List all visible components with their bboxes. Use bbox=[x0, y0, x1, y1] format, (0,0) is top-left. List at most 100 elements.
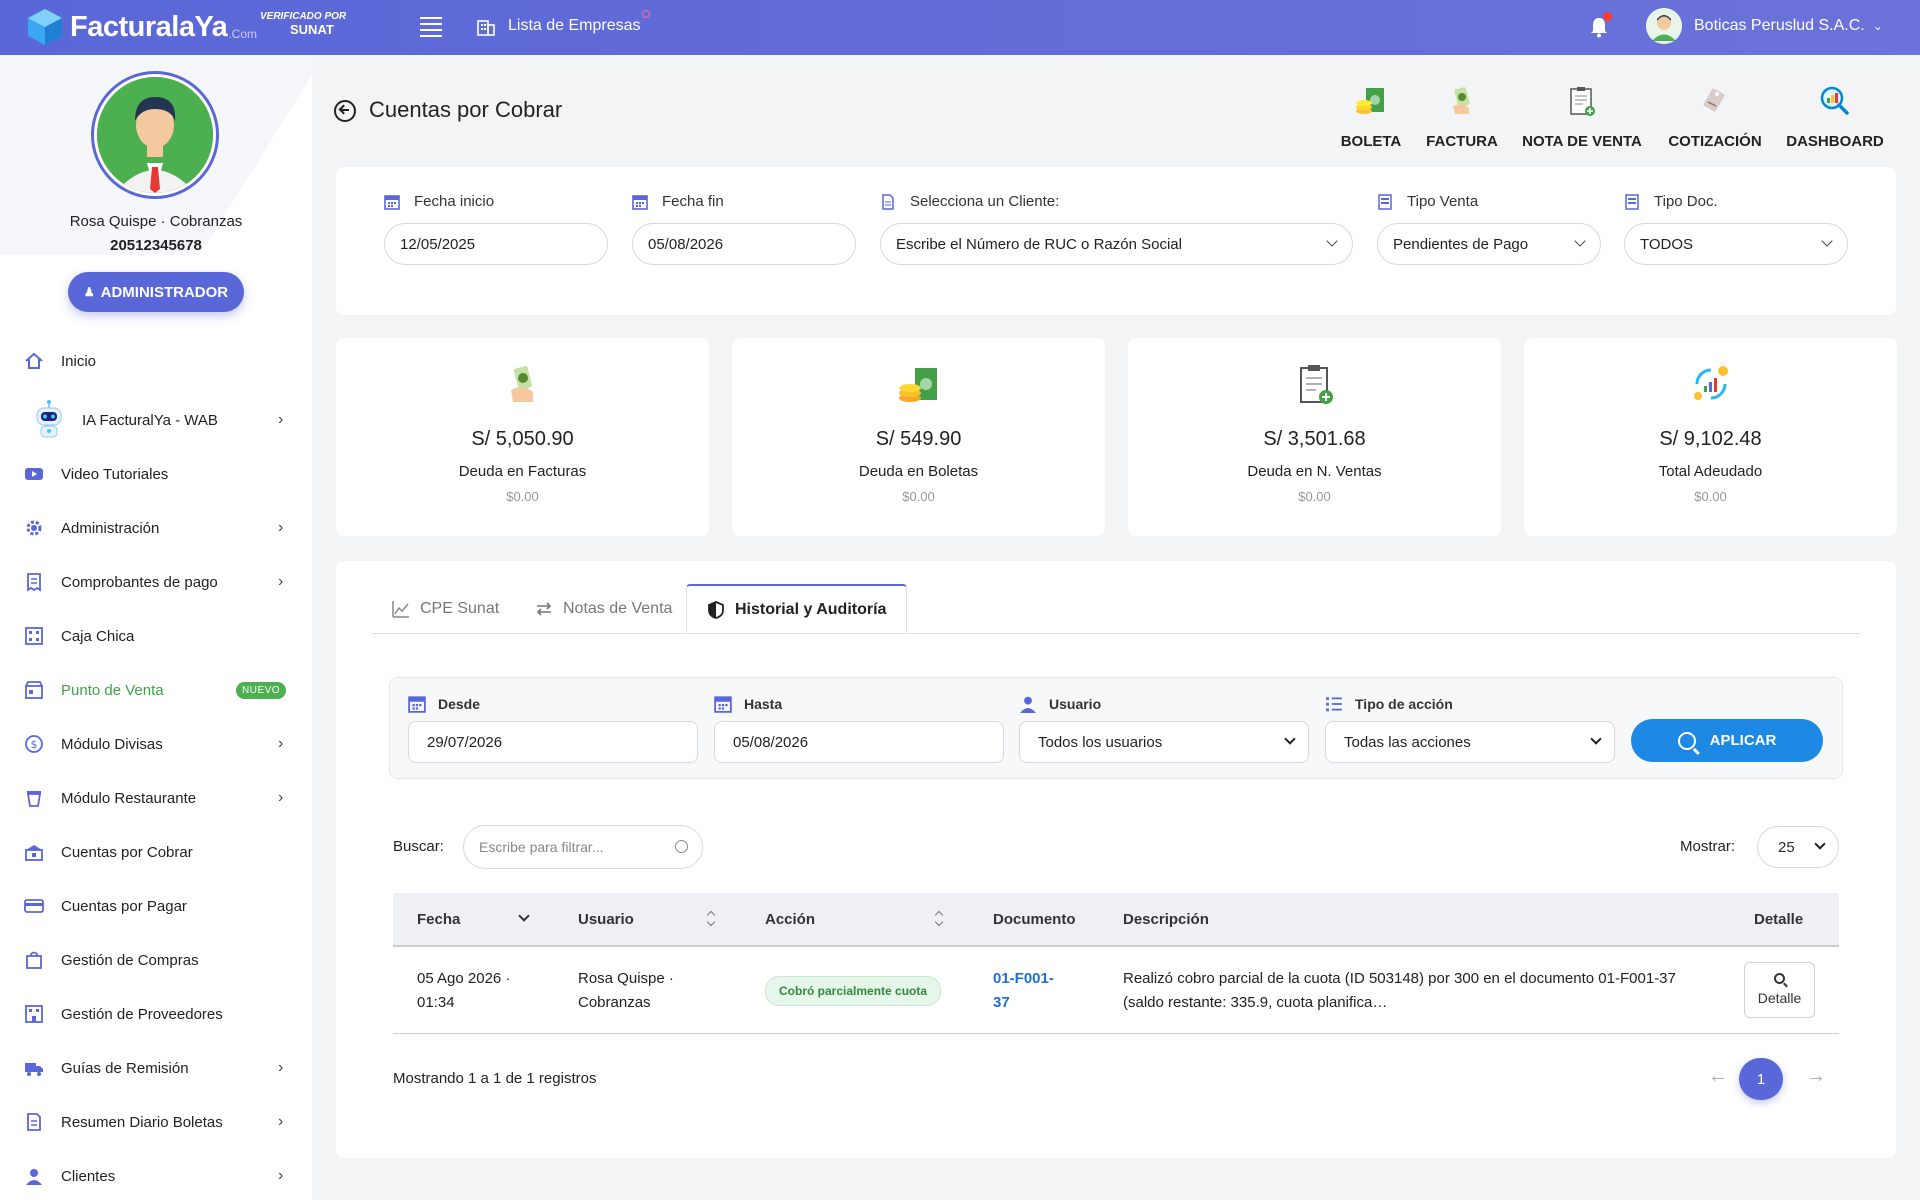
document-link[interactable]: 01-F001- 37 bbox=[993, 967, 1054, 1015]
menu-toggle-icon[interactable] bbox=[420, 17, 442, 37]
pagination-prev-arrow[interactable]: ← bbox=[1708, 1065, 1728, 1088]
sidebar-item-label: Inicio bbox=[61, 352, 97, 370]
search-input[interactable]: Escribe para filtrar... bbox=[463, 825, 703, 869]
sidebar-item-clientes[interactable]: Clientes › bbox=[0, 1154, 312, 1198]
sidebar-item-cuentas-por-cobrar[interactable]: Cuentas por Cobrar bbox=[0, 830, 312, 874]
page-size-select[interactable]: 25 bbox=[1757, 826, 1839, 868]
sort-icon[interactable] bbox=[706, 911, 716, 927]
brand-name: FacturalaYa bbox=[70, 10, 228, 43]
tab-label: Notas de Venta bbox=[563, 600, 673, 617]
column-header-usuario[interactable]: Usuario bbox=[578, 911, 634, 928]
sidebar-item-gestion-compras[interactable]: Gestión de Compras bbox=[0, 938, 312, 982]
user-tie-icon: ♟ bbox=[83, 285, 95, 299]
usuario-select[interactable]: Todos los usuarios bbox=[1019, 721, 1309, 763]
stat-subvalue: $0.00 bbox=[1694, 489, 1727, 504]
cliente-placeholder: Escribe el Número de RUC o Razón Social bbox=[896, 235, 1182, 253]
sidebar-item-video-tutoriales[interactable]: Video Tutoriales bbox=[0, 452, 312, 496]
sidebar-item-label: Gestión de Compras bbox=[61, 951, 199, 969]
fecha-fin-input[interactable]: 05/08/2026 bbox=[632, 223, 856, 265]
coins-icon bbox=[898, 368, 937, 402]
cell-fecha-time: 01:34 bbox=[417, 994, 455, 1011]
shortcut-label: NOTA DE VENTA bbox=[1522, 133, 1642, 150]
usuario-text: Usuario bbox=[1049, 696, 1102, 712]
sidebar-item-resumen-diario[interactable]: Resumen Diario Boletas › bbox=[0, 1100, 312, 1144]
fecha-inicio-label: Fecha inicio bbox=[384, 193, 494, 210]
detail-button[interactable]: Detalle bbox=[1744, 962, 1815, 1018]
sidebar-item-label: Punto de Venta bbox=[61, 681, 164, 699]
report-icon bbox=[27, 1113, 41, 1131]
column-header-accion[interactable]: Acción bbox=[765, 911, 815, 928]
pagination-next-arrow[interactable]: → bbox=[1806, 1065, 1826, 1088]
tipo-accion-label: Tipo de acción bbox=[1325, 695, 1453, 713]
tipo-venta-select[interactable]: Pendientes de Pago bbox=[1377, 223, 1601, 265]
pagination-page-current[interactable]: 1 bbox=[1739, 1058, 1783, 1100]
tipo-doc-text: Tipo Doc. bbox=[1654, 193, 1718, 210]
desde-text: Desde bbox=[438, 696, 481, 712]
sidebar-item-cuentas-por-pagar[interactable]: Cuentas por Pagar bbox=[0, 884, 312, 928]
tipo-accion-value: Todas las acciones bbox=[1344, 733, 1471, 751]
action-badge: Cobró parcialmente cuota bbox=[765, 976, 942, 1006]
apply-button[interactable]: APLICAR bbox=[1631, 719, 1823, 762]
shortcut-nota-venta[interactable]: NOTA DE VENTA bbox=[1522, 84, 1642, 150]
profile-name: Rosa Quispe · Cobranzas bbox=[69, 213, 243, 230]
sidebar: Rosa Quispe · Cobranzas 20512345678 ♟ AD… bbox=[0, 55, 312, 1200]
stat-label: Total Adeudado bbox=[1658, 463, 1763, 480]
shortcut-cotizacion[interactable]: COTIZACIÓN bbox=[1655, 84, 1775, 150]
sort-desc-icon[interactable] bbox=[518, 910, 530, 922]
hasta-text: Hasta bbox=[744, 696, 783, 712]
sidebar-item-inicio[interactable]: Inicio bbox=[0, 339, 312, 383]
column-header-descripcion: Descripción bbox=[1123, 911, 1209, 928]
user-icon bbox=[1020, 696, 1036, 713]
sidebar-item-gestion-proveedores[interactable]: Gestión de Proveedores bbox=[0, 992, 312, 1036]
back-arrow-icon[interactable] bbox=[334, 100, 356, 122]
sidebar-item-caja-chica[interactable]: Caja Chica bbox=[0, 614, 312, 658]
tipo-accion-select[interactable]: Todas las acciones bbox=[1325, 721, 1615, 763]
notifications-bell-icon[interactable] bbox=[1586, 12, 1612, 40]
page-title: Cuentas por Cobrar bbox=[369, 97, 563, 122]
cliente-select[interactable]: Escribe el Número de RUC o Razón Social bbox=[880, 223, 1353, 265]
administrator-button[interactable]: ♟ ADMINISTRADOR bbox=[68, 272, 244, 312]
sidebar-item-label: IA FacturalYa - WAB bbox=[82, 411, 218, 429]
shopping-bag-icon bbox=[26, 951, 42, 969]
chevron-down-icon bbox=[1814, 838, 1826, 850]
stat-value: S/ 549.90 bbox=[875, 428, 962, 450]
sidebar-item-ia-facturalya[interactable]: IA FacturalYa - WAB › bbox=[0, 394, 312, 446]
stat-card-facturas: S/ 5,050.90 Deuda en Facturas $0.00 bbox=[336, 338, 709, 536]
tab-label: Historial y Auditoría bbox=[735, 601, 887, 618]
sidebar-item-modulo-divisas[interactable]: $ Módulo Divisas › bbox=[0, 722, 312, 766]
sidebar-item-guias-remision[interactable]: Guías de Remisión › bbox=[0, 1046, 312, 1090]
new-badge: NUEVO bbox=[236, 681, 287, 699]
companies-list-link[interactable]: Lista de Empresas bbox=[476, 10, 650, 36]
tab-historial-auditoria[interactable]: Historial y Auditoría bbox=[686, 584, 908, 634]
shortcut-factura[interactable]: FACTURA bbox=[1402, 84, 1522, 150]
cliente-text: Selecciona un Cliente: bbox=[910, 193, 1060, 210]
tab-divider bbox=[372, 633, 1860, 634]
shortcut-dashboard[interactable]: DASHBOARD bbox=[1775, 84, 1895, 150]
tab-notas-venta[interactable]: Notas de Venta bbox=[515, 584, 692, 634]
hasta-input[interactable]: 05/08/2026 bbox=[714, 721, 1004, 763]
desde-input[interactable]: 29/07/2026 bbox=[408, 721, 698, 763]
chevron-right-icon: › bbox=[278, 1167, 284, 1184]
column-header-fecha[interactable]: Fecha bbox=[417, 911, 460, 928]
clipboard-plus-icon bbox=[1299, 365, 1333, 404]
building-icon bbox=[477, 20, 495, 36]
company-switcher[interactable]: Boticas Peruslud S.A.C. ⌄ bbox=[1646, 8, 1883, 44]
fecha-inicio-input[interactable]: 12/05/2025 bbox=[384, 223, 608, 265]
tab-cpe-sunat[interactable]: CPE Sunat bbox=[372, 584, 519, 634]
sidebar-item-comprobantes[interactable]: Comprobantes de pago › bbox=[0, 560, 312, 604]
sidebar-item-punto-de-venta[interactable]: Punto de Venta NUEVO bbox=[0, 668, 312, 712]
sidebar-item-modulo-restaurante[interactable]: Módulo Restaurante › bbox=[0, 776, 312, 820]
brand-logo[interactable]: FacturalaYa .Com bbox=[24, 6, 257, 48]
swap-icon bbox=[536, 602, 552, 616]
tipo-doc-label: Tipo Doc. bbox=[1624, 193, 1718, 210]
tipo-doc-select[interactable]: TODOS bbox=[1624, 223, 1848, 265]
table-row: 05 Ago 2026 · 01:34 Rosa Quispe · Cobran… bbox=[393, 947, 1839, 1034]
apply-label: APLICAR bbox=[1709, 732, 1777, 749]
sidebar-item-label: Comprobantes de pago bbox=[61, 573, 218, 591]
restaurant-icon bbox=[26, 791, 42, 807]
supplier-icon bbox=[25, 1005, 43, 1023]
chevron-down-icon: ⌄ bbox=[1872, 19, 1883, 33]
sort-icon[interactable] bbox=[934, 911, 944, 927]
profile-avatar[interactable] bbox=[91, 71, 219, 199]
sidebar-item-administracion[interactable]: Administración › bbox=[0, 506, 312, 550]
